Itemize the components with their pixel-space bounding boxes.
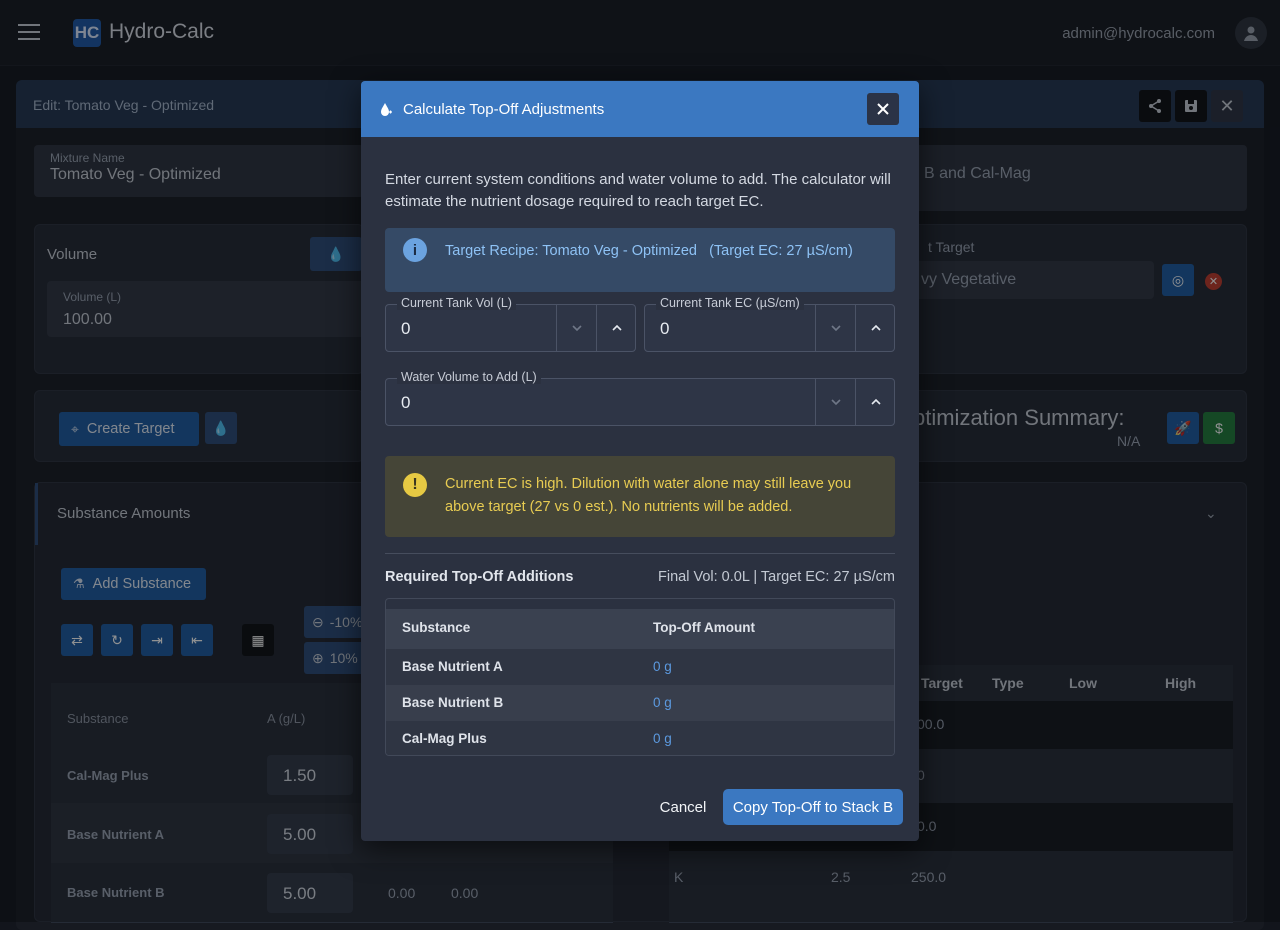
required-title: Required Top-Off Additions <box>385 569 574 585</box>
target-recipe-text: Target Recipe: Tomato Veg - Optimized (T… <box>445 243 853 259</box>
warning-icon: ! <box>403 473 427 497</box>
row-amount: 0 g <box>653 695 672 710</box>
row-amount: 0 g <box>653 659 672 674</box>
row-substance: Cal-Mag Plus <box>402 731 487 746</box>
tank-vol-label: Current Tank Vol (L) <box>397 296 516 310</box>
col-topoff-amount: Top-Off Amount <box>653 620 755 635</box>
divider <box>385 553 895 554</box>
copy-topoff-button[interactable]: Copy Top-Off to Stack B <box>723 789 903 825</box>
col-substance: Substance <box>402 620 471 635</box>
water-add-label: Water Volume to Add (L) <box>397 370 541 384</box>
table-row: Base Nutrient B 0 g <box>386 685 894 721</box>
chevron-up-icon[interactable] <box>855 379 895 425</box>
chevron-down-icon[interactable] <box>815 379 855 425</box>
water-add-stepper[interactable]: Water Volume to Add (L) 0 <box>385 370 895 426</box>
dialog-title: Calculate Top-Off Adjustments <box>403 101 605 118</box>
row-substance: Base Nutrient A <box>402 659 503 674</box>
tank-ec-value[interactable]: 0 <box>660 319 669 339</box>
chevron-up-icon[interactable] <box>855 305 895 351</box>
water-add-value[interactable]: 0 <box>401 393 410 413</box>
topoff-dialog: Calculate Top-Off Adjustments Enter curr… <box>361 81 919 841</box>
table-header: Substance Top-Off Amount <box>386 609 894 649</box>
cancel-button[interactable]: Cancel <box>648 792 718 822</box>
tank-ec-label: Current Tank EC (µS/cm) <box>656 296 804 310</box>
dialog-intro: Enter current system conditions and wate… <box>385 171 891 210</box>
row-substance: Base Nutrient B <box>402 695 504 710</box>
table-row: Base Nutrient A 0 g <box>386 649 894 685</box>
tank-ec-stepper[interactable]: Current Tank EC (µS/cm) 0 <box>644 296 895 352</box>
chevron-up-icon[interactable] <box>596 305 636 351</box>
info-icon: i <box>403 238 427 262</box>
required-summary: Final Vol: 0.0L | Target EC: 27 µS/cm <box>658 569 895 585</box>
target-recipe-info: i Target Recipe: Tomato Veg - Optimized … <box>385 228 895 292</box>
row-amount: 0 g <box>653 731 672 746</box>
chevron-down-icon[interactable] <box>556 305 596 351</box>
water-drop-icon <box>381 103 392 116</box>
warning-text: Current EC is high. Dilution with water … <box>445 476 852 515</box>
tank-vol-value[interactable]: 0 <box>401 319 410 339</box>
ec-warning: ! Current EC is high. Dilution with wate… <box>385 456 895 537</box>
topoff-table: Substance Top-Off Amount Base Nutrient A… <box>385 598 895 756</box>
dialog-header: Calculate Top-Off Adjustments <box>361 81 919 137</box>
table-row: Cal-Mag Plus 0 g <box>386 721 894 755</box>
close-icon[interactable] <box>867 93 899 125</box>
chevron-down-icon[interactable] <box>815 305 855 351</box>
tank-vol-stepper[interactable]: Current Tank Vol (L) 0 <box>385 296 636 352</box>
